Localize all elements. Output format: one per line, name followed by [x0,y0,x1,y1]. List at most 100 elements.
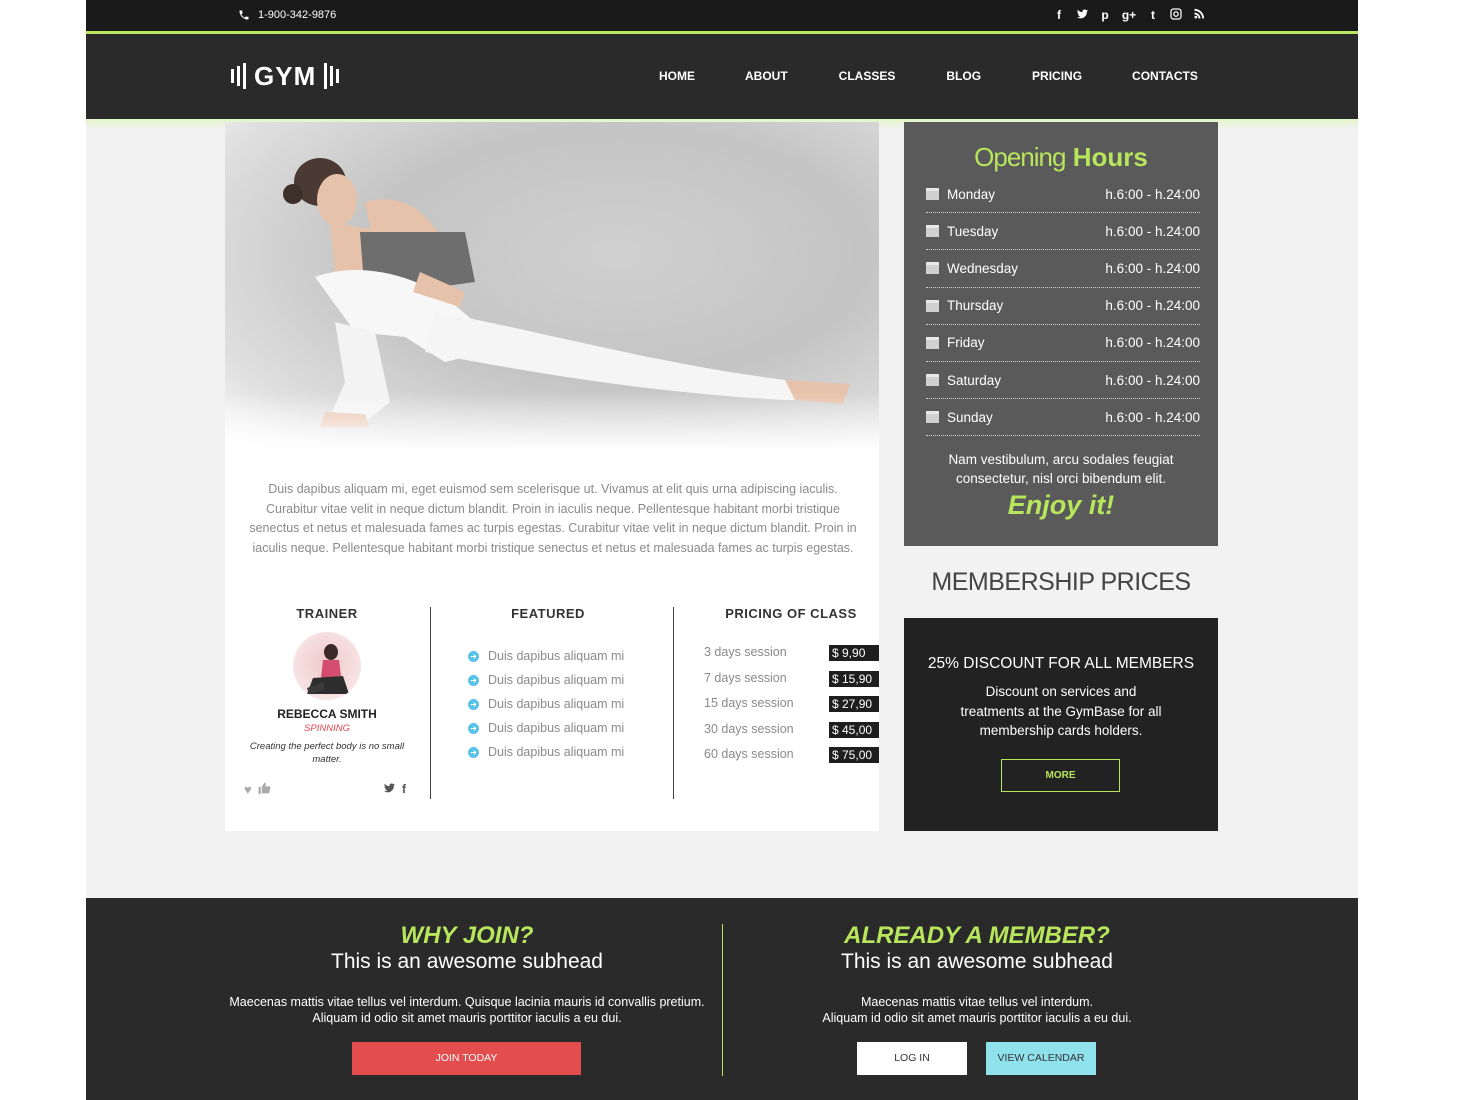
more-button[interactable]: MORE [1001,759,1120,792]
already-member-heading: ALREADY A MEMBER? [844,922,1110,949]
phone-contact[interactable]: 1-900-342-9876 [238,9,336,21]
opening-hours-card: Opening Hours Monday h.6:00 - h.24:00 Tue… [904,122,1218,546]
trainer-heading: TRAINER [296,606,358,621]
discount-text: Discount on services and treatments at t… [960,684,1162,738]
rss-icon[interactable] [1192,8,1206,22]
enjoy-tagline: Enjoy it! [1007,490,1115,520]
list-item[interactable]: ➜ Duis dapibus aliquam mi [468,716,624,740]
logo-text: GYM [254,60,317,91]
discount-title: 25% DISCOUNT FOR ALL MEMBERS [927,655,1195,672]
column-divider [430,607,431,799]
hours-row: Tuesday h.6:00 - h.24:00 [926,213,1200,251]
price-row: 30 days session $ 45,00 [704,721,879,748]
price-tag: $ 9,90 [829,645,879,661]
heart-icon[interactable]: ♥ [244,782,252,797]
top-bar: 1-900-342-9876 f p g+ t [86,0,1358,31]
featured-list: ➜ Duis dapibus aliquam mi ➜ Duis dapibus a… [468,644,624,764]
hours-list: Monday h.6:00 - h.24:00 Tuesday h.6:00 - h… [926,176,1200,437]
page-frame: 1-900-342-9876 f p g+ t GYM HOME ABOUT C… [86,0,1358,1100]
nav-contacts[interactable]: CONTACTS [1132,69,1198,83]
title-bold: Hours [1072,142,1148,172]
day-time: h.6:00 - h.24:00 [1105,372,1200,388]
phone-icon [239,10,249,20]
session-label: 7 days session [704,670,787,685]
session-label: 3 days session [704,645,787,659]
why-join-text-1: Maecenas mattis vitae tellus vel interdu… [229,995,705,1009]
facebook-icon[interactable]: f [1052,8,1066,22]
facebook-icon[interactable]: f [402,782,406,797]
price-tag: $ 15,90 [829,670,879,687]
logo-bars-left [231,63,246,89]
trainer-photo [307,644,349,694]
featured-item-text: Duis dapibus aliquam mi [488,673,625,687]
day-time: h.6:00 - h.24:00 [1105,409,1200,425]
logo[interactable]: GYM [231,60,340,92]
twitter-icon[interactable] [383,782,396,797]
list-item[interactable]: ➜ Duis dapibus aliquam mi [468,668,624,692]
already-member-subhead: This is an awesome subhead [841,950,1113,973]
day-label: Friday [947,335,985,351]
avatar[interactable] [293,632,361,700]
header: GYM HOME ABOUT CLASSES BLOG PRICING CONT… [86,34,1358,119]
view-calendar-button[interactable]: VIEW CALENDAR [986,1042,1096,1075]
hours-row: Sunday h.6:00 - h.24:00 [926,399,1200,437]
main-nav: HOME ABOUT CLASSES BLOG PRICING CONTACTS [659,69,1198,83]
intro-paragraph: Duis dapibus aliquam mi, eget euismod se… [249,482,857,555]
log-in-button[interactable]: LOG IN [857,1042,967,1075]
nav-about[interactable]: ABOUT [745,69,788,83]
pinterest-icon[interactable]: p [1098,8,1112,22]
nav-pricing[interactable]: PRICING [1032,69,1082,83]
calendar-icon [926,188,939,201]
price-tag: $ 75,00 [829,747,879,763]
main-card: Duis dapibus aliquam mi, eget euismod se… [225,122,879,831]
day-time: h.6:00 - h.24:00 [1105,260,1200,276]
nav-home[interactable]: HOME [659,69,695,83]
tumblr-icon[interactable]: t [1146,8,1160,22]
why-join-subhead: This is an awesome subhead [331,950,603,973]
day-time: h.6:00 - h.24:00 [1105,223,1200,239]
session-label: 30 days session [704,721,794,736]
day-label: Wednesday [947,260,1019,276]
day-label: Sunday [947,409,993,425]
already-member-text-1: Maecenas mattis vitae tellus vel interdu… [860,995,1094,1009]
calendar-icon [926,374,939,387]
session-label: 60 days session [704,747,794,761]
price-row: 60 days session $ 75,00 [704,747,879,773]
membership-prices-title: MEMBERSHIP PRICES [931,568,1191,596]
day-time: h.6:00 - h.24:00 [1105,335,1200,351]
opening-hours-title: Opening Hours [904,142,1218,173]
hours-row: Monday h.6:00 - h.24:00 [926,176,1200,214]
join-today-button[interactable]: JOIN TODAY [352,1042,581,1075]
calendar-icon [926,225,939,238]
instagram-icon[interactable] [1169,8,1183,22]
day-label: Monday [947,186,996,202]
calendar-icon [926,411,939,424]
google-plus-icon[interactable]: g+ [1121,8,1137,22]
trainer-quote: Creating the perfect body is no small ma… [249,741,405,765]
why-join-heading: WHY JOIN? [400,922,534,949]
day-time: h.6:00 - h.24:00 [1105,186,1200,202]
hours-note: Nam vestibulum, arcu sodales feugiat con… [948,452,1174,486]
list-item[interactable]: ➜ Duis dapibus aliquam mi [468,740,624,764]
price-tag: $ 27,90 [829,696,879,712]
thumbs-up-icon[interactable] [258,782,271,797]
nav-classes[interactable]: CLASSES [839,69,896,83]
hours-row: Wednesday h.6:00 - h.24:00 [926,250,1200,288]
discount-card: 25% DISCOUNT FOR ALL MEMBERS Discount on… [904,618,1218,831]
nav-blog[interactable]: BLOG [946,69,981,83]
list-item[interactable]: ➜ Duis dapibus aliquam mi [468,692,624,716]
arrow-circle-icon: ➜ [468,722,479,734]
price-row: 3 days session $ 9,90 [704,645,879,671]
why-join-text-2: Aliquam id odio sit amet mauris porttito… [312,1011,622,1025]
calendar-icon [926,336,939,349]
title-light: Opening [974,142,1066,172]
social-links: f p g+ t [1052,8,1206,22]
arrow-circle-icon: ➜ [468,746,479,758]
trainer-role: SPINNING [304,723,350,734]
trainer-name: REBECCA SMITH [277,707,377,721]
already-member-text-2: Aliquam id odio sit amet mauris porttito… [822,1011,1132,1025]
trainer-reactions: ♥ [244,782,271,797]
featured-item-text: Duis dapibus aliquam mi [488,649,625,663]
list-item[interactable]: ➜ Duis dapibus aliquam mi [468,644,624,668]
twitter-icon[interactable] [1075,8,1089,22]
